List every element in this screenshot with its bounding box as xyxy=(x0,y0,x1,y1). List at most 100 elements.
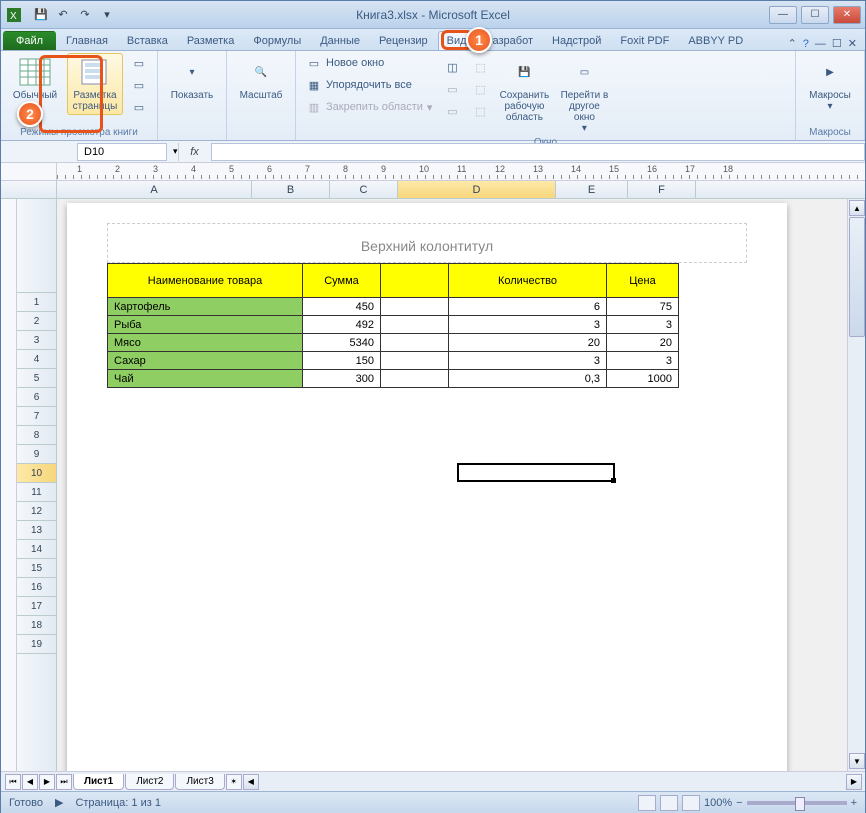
scroll-up-icon[interactable]: ▲ xyxy=(849,200,865,216)
row-header-8[interactable]: 8 xyxy=(17,426,56,445)
page-header[interactable]: Верхний колонтитул xyxy=(107,223,747,263)
scroll-down-icon[interactable]: ▼ xyxy=(849,753,865,769)
row-header-5[interactable]: 5 xyxy=(17,369,56,388)
maximize-button[interactable]: ☐ xyxy=(801,6,829,24)
col-header-F[interactable]: F xyxy=(628,181,696,198)
row-header-18[interactable]: 18 xyxy=(17,616,56,635)
tab-layout[interactable]: Разметка xyxy=(178,31,244,50)
formula-input[interactable] xyxy=(211,143,865,161)
macros-button[interactable]: ▶ Макросы▾ xyxy=(802,53,858,115)
page-layout-view-button[interactable]: Разметка страницы xyxy=(67,53,123,115)
tab-nav-next[interactable]: ▶ xyxy=(39,774,55,790)
row-header-19[interactable]: 19 xyxy=(17,635,56,654)
qat-save-icon[interactable]: 💾 xyxy=(31,5,51,25)
tab-nav-first[interactable]: ⏮ xyxy=(5,774,21,790)
tab-nav-last[interactable]: ⏭ xyxy=(56,774,72,790)
tab-data[interactable]: Данные xyxy=(311,31,369,50)
col-header-C[interactable]: C xyxy=(330,181,398,198)
select-all-corner[interactable] xyxy=(1,181,57,198)
status-bar: Готово ▶ Страница: 1 из 1 100% − + xyxy=(1,791,865,813)
tab-foxit[interactable]: Foxit PDF xyxy=(611,31,678,50)
row-header-14[interactable]: 14 xyxy=(17,540,56,559)
doc-min-icon[interactable]: — xyxy=(815,38,826,50)
hide-button[interactable]: ▭ xyxy=(440,79,464,99)
tab-formulas[interactable]: Формулы xyxy=(244,31,310,50)
unhide-button[interactable]: ▭ xyxy=(440,101,464,121)
split-button[interactable]: ◫ xyxy=(440,57,464,77)
row-header-11[interactable]: 11 xyxy=(17,483,56,502)
row-header-3[interactable]: 3 xyxy=(17,331,56,350)
tab-review[interactable]: Рецензир xyxy=(370,31,437,50)
row-header-12[interactable]: 12 xyxy=(17,502,56,521)
freeze-panes-button[interactable]: ▥Закрепить области▾ xyxy=(302,97,436,117)
macro-record-icon[interactable]: ▶ xyxy=(55,796,63,809)
tab-file[interactable]: Файл xyxy=(3,31,56,50)
zoom-level[interactable]: 100% xyxy=(704,797,732,809)
normal-view-button[interactable]: Обычный xyxy=(7,53,63,104)
new-window-icon: ▭ xyxy=(306,55,322,71)
col-header-E[interactable]: E xyxy=(556,181,628,198)
close-button[interactable]: ✕ xyxy=(833,6,861,24)
zoom-button[interactable]: 🔍 Масштаб xyxy=(233,53,289,104)
new-window-button[interactable]: ▭Новое окно xyxy=(302,53,436,73)
ribbon-minimize-icon[interactable]: ⌃ xyxy=(788,37,797,50)
horizontal-scrollbar[interactable]: ◀ ▶ xyxy=(242,772,865,791)
col-header-A[interactable]: A xyxy=(57,181,252,198)
zoom-slider[interactable] xyxy=(747,801,847,805)
window-title: Книга3.xlsx - Microsoft Excel xyxy=(356,8,510,22)
row-header-16[interactable]: 16 xyxy=(17,578,56,597)
row-header-15[interactable]: 15 xyxy=(17,559,56,578)
page-break-preview-button[interactable]: ▭ xyxy=(127,53,151,73)
quick-access-toolbar: 💾 ↶ ↷ ▾ xyxy=(31,5,117,25)
zoom-out-button[interactable]: − xyxy=(736,797,742,809)
qat-redo-icon[interactable]: ↷ xyxy=(75,5,95,25)
sheet-tab-2[interactable]: Лист2 xyxy=(125,774,174,790)
row-header-10[interactable]: 10 xyxy=(17,464,56,483)
tab-addins[interactable]: Надстрой xyxy=(543,31,610,50)
col-header-B[interactable]: B xyxy=(252,181,330,198)
row-header-6[interactable]: 6 xyxy=(17,388,56,407)
scroll-left-icon[interactable]: ◀ xyxy=(243,774,259,790)
status-pagebreak-view-button[interactable] xyxy=(682,795,700,811)
fullscreen-button[interactable]: ▭ xyxy=(127,97,151,117)
doc-close-icon[interactable]: ✕ xyxy=(848,37,857,50)
name-box[interactable] xyxy=(77,143,167,161)
scroll-thumb-v[interactable] xyxy=(849,217,865,337)
callout-2: 2 xyxy=(17,101,43,127)
row-header-9[interactable]: 9 xyxy=(17,445,56,464)
row-header-17[interactable]: 17 xyxy=(17,597,56,616)
tab-home[interactable]: Главная xyxy=(57,31,117,50)
vertical-scrollbar[interactable]: ▲ ▼ xyxy=(847,199,865,771)
help-icon[interactable]: ? xyxy=(803,38,809,50)
fx-button[interactable]: fx xyxy=(185,146,205,158)
namebox-dropdown-icon[interactable]: ▾ xyxy=(173,146,178,157)
zoom-in-button[interactable]: + xyxy=(851,797,857,809)
save-workspace-button[interactable]: 💾 Сохранить рабочую область xyxy=(496,53,552,126)
worksheet-area[interactable]: Верхний колонтитул Наименование товара С… xyxy=(57,199,847,771)
new-sheet-button[interactable]: ✶ xyxy=(226,774,242,790)
tab-insert[interactable]: Вставка xyxy=(118,31,177,50)
col-header-D[interactable]: D xyxy=(398,181,556,198)
qat-undo-icon[interactable]: ↶ xyxy=(53,5,73,25)
status-page: Страница: 1 из 1 xyxy=(75,797,161,809)
doc-max-icon[interactable]: ☐ xyxy=(832,37,842,50)
custom-views-button[interactable]: ▭ xyxy=(127,75,151,95)
row-header-2[interactable]: 2 xyxy=(17,312,56,331)
row-header-13[interactable]: 13 xyxy=(17,521,56,540)
minimize-button[interactable]: — xyxy=(769,6,797,24)
status-pagelayout-view-button[interactable] xyxy=(660,795,678,811)
scroll-right-icon[interactable]: ▶ xyxy=(846,774,862,790)
qat-more-icon[interactable]: ▾ xyxy=(97,5,117,25)
switch-window-button[interactable]: ▭ Перейти в другое окно▾ xyxy=(556,53,612,137)
tab-nav-prev[interactable]: ◀ xyxy=(22,774,38,790)
freeze-icon: ▥ xyxy=(306,99,322,115)
row-header-7[interactable]: 7 xyxy=(17,407,56,426)
tab-abbyy[interactable]: ABBYY PD xyxy=(679,31,752,50)
row-header-4[interactable]: 4 xyxy=(17,350,56,369)
sheet-tab-3[interactable]: Лист3 xyxy=(175,774,224,790)
sheet-tab-1[interactable]: Лист1 xyxy=(73,774,124,790)
status-normal-view-button[interactable] xyxy=(638,795,656,811)
arrange-all-button[interactable]: ▦Упорядочить все xyxy=(302,75,436,95)
row-header-1[interactable]: 1 xyxy=(17,293,56,312)
show-button[interactable]: ▾ Показать xyxy=(164,53,220,104)
